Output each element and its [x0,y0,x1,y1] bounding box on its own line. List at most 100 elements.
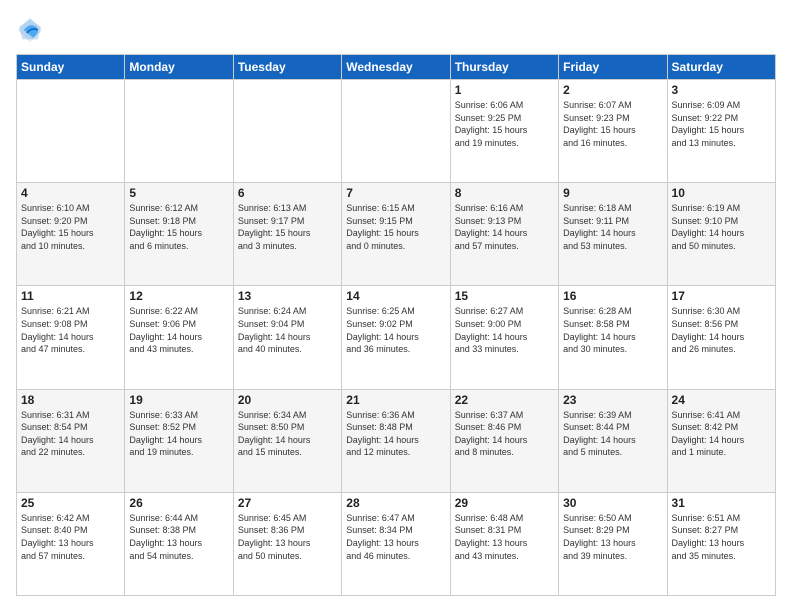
calendar-cell: 13 Sunrise: 6:24 AM Sunset: 9:04 PM Dayli… [233,286,341,389]
day-info: Sunrise: 6:41 AM Sunset: 8:42 PM Dayligh… [672,409,771,459]
day-info: Sunrise: 6:12 AM Sunset: 9:18 PM Dayligh… [129,202,228,252]
calendar-cell: 22 Sunrise: 6:37 AM Sunset: 8:46 PM Dayli… [450,389,558,492]
calendar-cell: 5 Sunrise: 6:12 AM Sunset: 9:18 PM Daylig… [125,183,233,286]
calendar-cell [125,80,233,183]
calendar-day-header: Monday [125,55,233,80]
day-info: Sunrise: 6:16 AM Sunset: 9:13 PM Dayligh… [455,202,554,252]
day-number: 17 [672,289,771,303]
day-number: 9 [563,186,662,200]
day-info: Sunrise: 6:36 AM Sunset: 8:48 PM Dayligh… [346,409,445,459]
calendar-cell: 20 Sunrise: 6:34 AM Sunset: 8:50 PM Dayli… [233,389,341,492]
day-info: Sunrise: 6:06 AM Sunset: 9:25 PM Dayligh… [455,99,554,149]
calendar: SundayMondayTuesdayWednesdayThursdayFrid… [16,54,776,596]
day-info: Sunrise: 6:21 AM Sunset: 9:08 PM Dayligh… [21,305,120,355]
day-number: 7 [346,186,445,200]
calendar-cell: 14 Sunrise: 6:25 AM Sunset: 9:02 PM Dayli… [342,286,450,389]
calendar-cell [342,80,450,183]
day-info: Sunrise: 6:19 AM Sunset: 9:10 PM Dayligh… [672,202,771,252]
day-number: 16 [563,289,662,303]
calendar-cell: 26Sunrise: 6:44 AM Sunset: 8:38 PM Dayli… [125,492,233,595]
calendar-cell: 31 Sunrise: 6:51 AM Sunset: 8:27 PM Dayli… [667,492,775,595]
day-number: 25 [21,496,120,510]
day-number: 14 [346,289,445,303]
day-info: Sunrise: 6:34 AM Sunset: 8:50 PM Dayligh… [238,409,337,459]
calendar-cell: 12 Sunrise: 6:22 AM Sunset: 9:06 PM Dayli… [125,286,233,389]
calendar-cell: 16 Sunrise: 6:28 AM Sunset: 8:58 PM Dayli… [559,286,667,389]
day-number: 30 [563,496,662,510]
day-number: 23 [563,393,662,407]
calendar-cell: 23 Sunrise: 6:39 AM Sunset: 8:44 PM Dayli… [559,389,667,492]
calendar-cell: 7 Sunrise: 6:15 AM Sunset: 9:15 PM Daylig… [342,183,450,286]
day-number: 1 [455,83,554,97]
calendar-day-header: Thursday [450,55,558,80]
day-number: 12 [129,289,228,303]
calendar-cell: 2Sunrise: 6:07 AM Sunset: 9:23 PM Daylig… [559,80,667,183]
calendar-cell: 3Sunrise: 6:09 AM Sunset: 9:22 PM Daylig… [667,80,775,183]
day-number: 27 [238,496,337,510]
day-info: Sunrise: 6:24 AM Sunset: 9:04 PM Dayligh… [238,305,337,355]
day-info: Sunrise: 6:18 AM Sunset: 9:11 PM Dayligh… [563,202,662,252]
day-info: Sunrise: 6:50 AM Sunset: 8:29 PM Dayligh… [563,512,662,562]
day-number: 19 [129,393,228,407]
calendar-cell: 18 Sunrise: 6:31 AM Sunset: 8:54 PM Dayli… [17,389,125,492]
calendar-cell: 9 Sunrise: 6:18 AM Sunset: 9:11 PM Daylig… [559,183,667,286]
day-number: 29 [455,496,554,510]
calendar-day-header: Sunday [17,55,125,80]
day-number: 24 [672,393,771,407]
day-info: Sunrise: 6:25 AM Sunset: 9:02 PM Dayligh… [346,305,445,355]
calendar-cell: 30 Sunrise: 6:50 AM Sunset: 8:29 PM Dayli… [559,492,667,595]
calendar-cell [17,80,125,183]
day-number: 2 [563,83,662,97]
calendar-cell [233,80,341,183]
logo-icon [16,16,44,44]
day-info: Sunrise: 6:31 AM Sunset: 8:54 PM Dayligh… [21,409,120,459]
day-number: 13 [238,289,337,303]
day-info: Sunrise: 6:10 AM Sunset: 9:20 PM Dayligh… [21,202,120,252]
calendar-day-header: Saturday [667,55,775,80]
calendar-cell: 4 Sunrise: 6:10 AM Sunset: 9:20 PM Daylig… [17,183,125,286]
day-number: 20 [238,393,337,407]
day-info: Sunrise: 6:22 AM Sunset: 9:06 PM Dayligh… [129,305,228,355]
calendar-cell: 17Sunrise: 6:30 AM Sunset: 8:56 PM Dayli… [667,286,775,389]
calendar-week-row: 4 Sunrise: 6:10 AM Sunset: 9:20 PM Daylig… [17,183,776,286]
calendar-day-header: Tuesday [233,55,341,80]
day-number: 5 [129,186,228,200]
day-info: Sunrise: 6:45 AM Sunset: 8:36 PM Dayligh… [238,512,337,562]
calendar-week-row: 25Sunrise: 6:42 AM Sunset: 8:40 PM Dayli… [17,492,776,595]
calendar-week-row: 18 Sunrise: 6:31 AM Sunset: 8:54 PM Dayli… [17,389,776,492]
day-info: Sunrise: 6:47 AM Sunset: 8:34 PM Dayligh… [346,512,445,562]
day-info: Sunrise: 6:15 AM Sunset: 9:15 PM Dayligh… [346,202,445,252]
day-info: Sunrise: 6:28 AM Sunset: 8:58 PM Dayligh… [563,305,662,355]
calendar-cell: 1 Sunrise: 6:06 AM Sunset: 9:25 PM Daylig… [450,80,558,183]
calendar-cell: 8 Sunrise: 6:16 AM Sunset: 9:13 PM Daylig… [450,183,558,286]
day-number: 21 [346,393,445,407]
calendar-week-row: 1 Sunrise: 6:06 AM Sunset: 9:25 PM Daylig… [17,80,776,183]
page: SundayMondayTuesdayWednesdayThursdayFrid… [0,0,792,612]
day-info: Sunrise: 6:51 AM Sunset: 8:27 PM Dayligh… [672,512,771,562]
day-info: Sunrise: 6:37 AM Sunset: 8:46 PM Dayligh… [455,409,554,459]
calendar-cell: 15Sunrise: 6:27 AM Sunset: 9:00 PM Dayli… [450,286,558,389]
calendar-cell: 24 Sunrise: 6:41 AM Sunset: 8:42 PM Dayli… [667,389,775,492]
logo [16,16,48,44]
calendar-cell: 27 Sunrise: 6:45 AM Sunset: 8:36 PM Dayli… [233,492,341,595]
calendar-cell: 11Sunrise: 6:21 AM Sunset: 9:08 PM Dayli… [17,286,125,389]
day-number: 4 [21,186,120,200]
calendar-week-row: 11Sunrise: 6:21 AM Sunset: 9:08 PM Dayli… [17,286,776,389]
calendar-cell: 19 Sunrise: 6:33 AM Sunset: 8:52 PM Dayli… [125,389,233,492]
day-number: 3 [672,83,771,97]
day-info: Sunrise: 6:48 AM Sunset: 8:31 PM Dayligh… [455,512,554,562]
calendar-cell: 29 Sunrise: 6:48 AM Sunset: 8:31 PM Dayli… [450,492,558,595]
calendar-header-row: SundayMondayTuesdayWednesdayThursdayFrid… [17,55,776,80]
day-number: 10 [672,186,771,200]
day-number: 22 [455,393,554,407]
day-info: Sunrise: 6:44 AM Sunset: 8:38 PM Dayligh… [129,512,228,562]
calendar-day-header: Friday [559,55,667,80]
calendar-cell: 10 Sunrise: 6:19 AM Sunset: 9:10 PM Dayli… [667,183,775,286]
day-number: 31 [672,496,771,510]
day-info: Sunrise: 6:33 AM Sunset: 8:52 PM Dayligh… [129,409,228,459]
day-info: Sunrise: 6:27 AM Sunset: 9:00 PM Dayligh… [455,305,554,355]
day-number: 18 [21,393,120,407]
day-number: 28 [346,496,445,510]
day-info: Sunrise: 6:39 AM Sunset: 8:44 PM Dayligh… [563,409,662,459]
day-number: 8 [455,186,554,200]
